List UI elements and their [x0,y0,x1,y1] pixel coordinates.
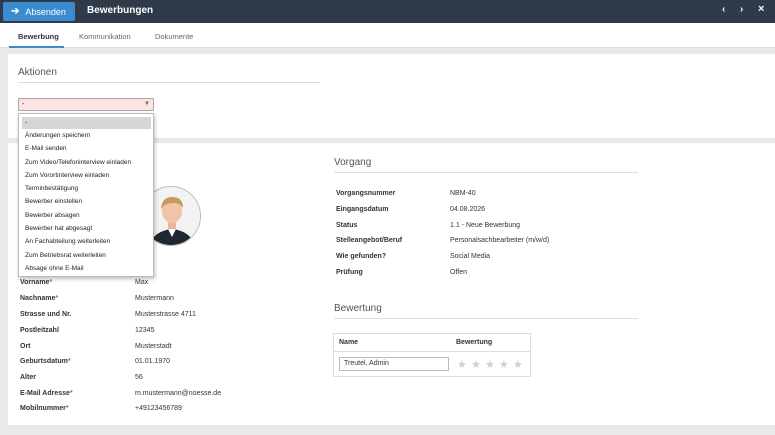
rating-table: Name Bewertung Treutel, Admin ★ ★ ★ ★ ★ [333,333,531,377]
arrow-right-icon: ➔ [11,6,20,17]
process-value-eingangsdatum: 04.08.2026 [450,206,486,213]
field-label-mobilnummer: Mobilnummer* [20,405,69,412]
field-value-ort[interactable]: Musterstadt [135,343,172,350]
process-title: Vorgang [334,157,372,168]
field-value-mobilnummer[interactable]: +49123456789 [135,405,182,412]
dropdown-option-video-interview[interactable]: Zum Video/Telefoninterview einladen [19,157,153,169]
active-tab-indicator [9,46,64,48]
star-icon[interactable]: ★ [499,358,509,371]
action-select[interactable]: - ▼ [18,98,154,111]
process-divider [334,172,638,173]
process-label-stelleangebot: Stelleangebot/Beruf [336,237,403,244]
field-value-geburtsdatum[interactable]: 01.01.1970 [135,358,170,365]
process-value-wie-gefunden: Social Media [450,253,491,260]
field-label-nachname: Nachname* [20,295,59,302]
field-value-strasse[interactable]: Musterstrasse 4711 [135,311,196,318]
send-button[interactable]: ➔ Absenden [3,2,75,21]
top-bar: ➔ Absenden Bewerbungen ‹ › × [0,0,775,23]
field-value-vorname[interactable]: Max [135,279,148,286]
tab-dokumente[interactable]: Dokumente [155,32,193,41]
field-label-email: E-Mail Adresse* [20,390,73,397]
dropdown-option-forward-department[interactable]: An Fachabteilung weiterleiten [19,236,153,248]
tab-bewerbung[interactable]: Bewerbung [18,32,59,41]
field-label-postleitzahl: Postleitzahl [20,327,59,334]
dropdown-option-reject[interactable]: Bewerber absagen [19,210,153,222]
star-icon[interactable]: ★ [457,358,467,371]
process-label-wie-gefunden: Wie gefunden? [336,253,387,260]
chevron-left-icon[interactable]: ‹ [722,4,725,15]
field-label-strasse: Strasse und Nr. [20,311,72,318]
close-icon[interactable]: × [758,3,764,15]
chevron-down-icon: ▼ [144,101,150,107]
process-label-pruefung: Prüfung [336,269,363,276]
dropdown-option-appointment-confirm[interactable]: Terminbestätigung [19,183,153,195]
process-label-vorgangsnummer: Vorgangsnummer [336,190,396,197]
action-select-value: - [22,101,25,108]
dropdown-option-send-email[interactable]: E-Mail senden [19,143,153,155]
rating-col-name: Name [339,339,359,346]
field-label-ort: Ort [20,343,31,350]
field-label-geburtsdatum: Geburtsdatum* [20,358,71,365]
rating-table-header: Name Bewertung [334,334,530,352]
dropdown-option-reject-no-email[interactable]: Absage ohne E-Mail [19,263,153,275]
dropdown-option-applicant-withdrew[interactable]: Bewerber hat abgesagt [19,223,153,235]
send-button-label: Absenden [25,6,66,17]
chevron-right-icon[interactable]: › [740,4,743,15]
dropdown-option-hire[interactable]: Bewerber einstellen [19,196,153,208]
field-label-alter: Alter [20,374,36,381]
actions-divider [18,82,320,83]
process-value-status: 1.1 - Neue Bewerbung [450,222,521,229]
dropdown-option-save[interactable]: Änderungen speichern [19,130,153,142]
process-value-stelleangebot: Personalsachbearbeiter (m/w/d) [450,237,550,244]
field-label-vorname: Vorname* [20,279,53,286]
process-value-pruefung: Offen [450,269,467,276]
tab-kommunikation[interactable]: Kommunikation [79,32,131,41]
process-label-status: Status [336,222,358,229]
field-value-postleitzahl[interactable]: 12345 [135,327,154,334]
actions-title: Aktionen [18,67,57,78]
dropdown-option-none[interactable]: - [22,117,151,129]
action-dropdown-menu: - Änderungen speichern E-Mail senden Zum… [18,113,154,277]
page-title: Bewerbungen [87,5,154,16]
star-icon[interactable]: ★ [471,358,481,371]
star-icon[interactable]: ★ [513,358,523,371]
star-icon[interactable]: ★ [485,358,495,371]
rating-name-field[interactable]: Treutel, Admin [339,357,449,371]
field-value-alter: 56 [135,374,143,381]
process-value-vorgangsnummer: NBM-40 [450,190,476,197]
field-value-email[interactable]: m.mustermann@noesse.de [135,390,221,397]
dropdown-option-onsite-interview[interactable]: Zum Vorortinterview einladen [19,170,153,182]
rating-title: Bewertung [334,303,382,314]
process-label-eingangsdatum: Eingangsdatum [336,206,389,213]
dropdown-option-forward-works-council[interactable]: Zum Betriebsrat weiterleiten [19,250,153,262]
rating-divider [334,318,638,319]
field-value-nachname[interactable]: Mustermann [135,295,174,302]
rating-col-rating: Bewertung [456,339,493,346]
tab-bar: Bewerbung Kommunikation Dokumente [0,23,775,48]
